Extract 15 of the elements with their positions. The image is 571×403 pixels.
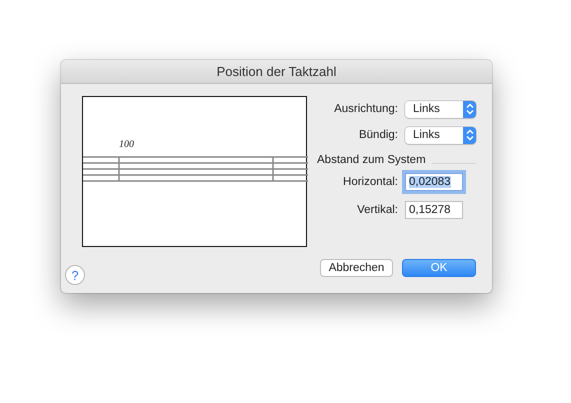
stepper-arrows-icon [463,126,476,144]
window-title: Position der Taktzahl [216,64,336,79]
stepper-arrows-icon [463,100,476,118]
section-heading: Abstand zum System [317,154,426,166]
input-field[interactable]: 0,02083 [405,173,463,191]
dropdown[interactable]: Links [405,126,476,144]
measure-number: 100 [119,139,134,150]
field-label: Horizontal: [342,176,399,188]
field-label: Ausrichtung: [333,103,399,115]
dropdown[interactable]: Links [405,100,476,118]
cancel-button[interactable]: Abbrechen [320,259,393,277]
field-label: Vertikal: [356,204,399,216]
input-field[interactable]: 0,15278 [405,201,463,219]
help-button[interactable]: ? [65,265,85,285]
field-label: Bündig: [358,129,399,141]
